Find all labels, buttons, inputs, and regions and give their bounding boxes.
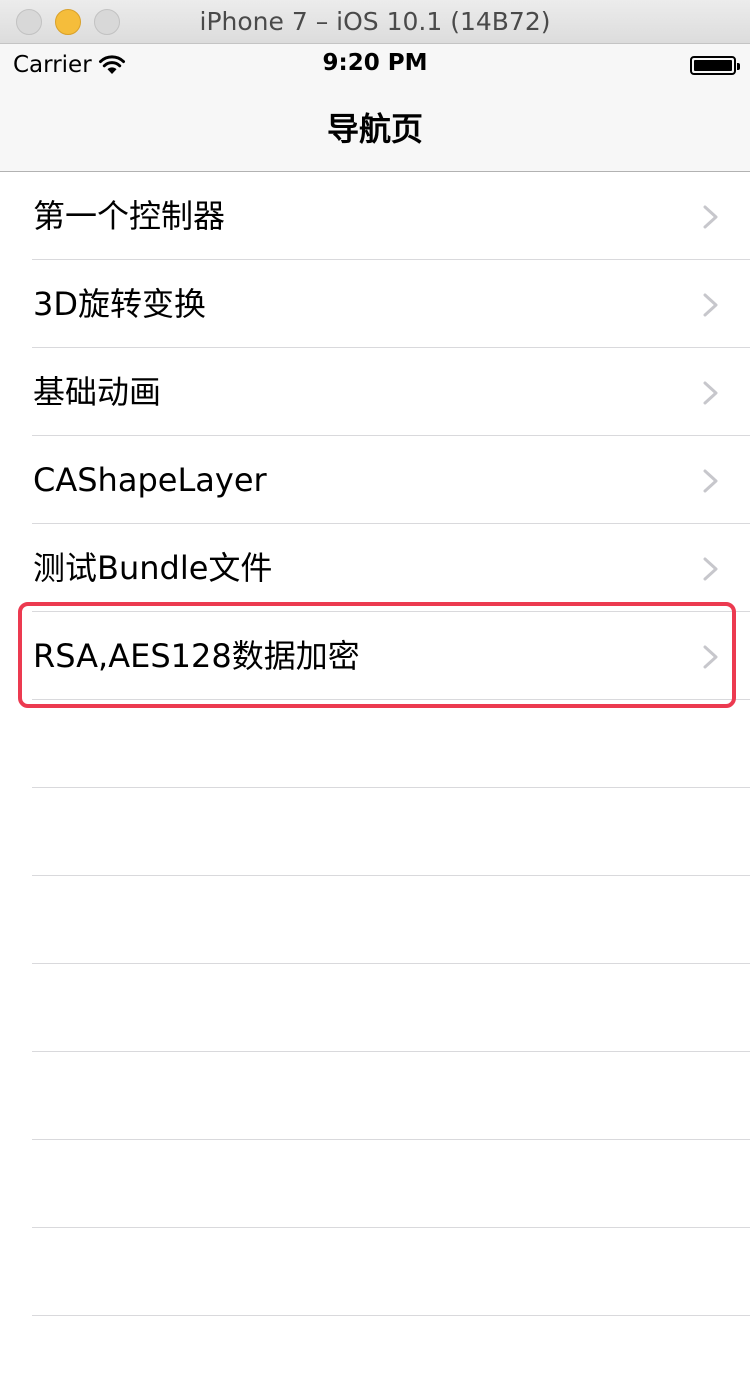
table-row-first-controller[interactable]: 第一个控制器 <box>0 172 750 260</box>
highlight-annotation-box <box>18 602 736 708</box>
empty-table-row <box>0 1140 750 1228</box>
status-time: 9:20 PM <box>322 50 428 76</box>
chevron-right-icon <box>703 469 718 493</box>
window-title: iPhone 7 – iOS 10.1 (14B72) <box>199 7 551 36</box>
table-row-label: 测试Bundle文件 <box>33 549 273 587</box>
table-row-3d-rotation[interactable]: 3D旋转变换 <box>0 260 750 348</box>
chevron-right-icon <box>703 381 718 405</box>
navigation-bar: 导航页 <box>0 86 750 172</box>
empty-table-row <box>0 1228 750 1316</box>
simulator-window: iPhone 7 – iOS 10.1 (14B72) Carrier 9:20… <box>0 0 750 1378</box>
table-row-basic-animation[interactable]: 基础动画 <box>0 348 750 436</box>
status-bar: Carrier 9:20 PM <box>0 44 750 86</box>
table-row-label: 第一个控制器 <box>33 197 226 235</box>
chevron-right-icon <box>703 293 718 317</box>
empty-table-row <box>0 788 750 876</box>
table-row-test-bundle[interactable]: 测试Bundle文件 <box>0 524 750 612</box>
table-row-label: 3D旋转变换 <box>33 285 207 323</box>
battery-icon <box>690 56 740 75</box>
table-view: 第一个控制器 3D旋转变换 基础动画 CAShapeLayer 测试Bundle… <box>0 172 750 1316</box>
page-title: 导航页 <box>326 110 423 148</box>
chevron-right-icon <box>703 205 718 229</box>
table-row-label: CAShapeLayer <box>33 461 267 499</box>
empty-table-row <box>0 876 750 964</box>
table-row-label: 基础动画 <box>33 373 162 411</box>
empty-table-row <box>0 1052 750 1140</box>
empty-table-row <box>0 964 750 1052</box>
chevron-right-icon <box>703 557 718 581</box>
empty-table-row <box>0 700 750 788</box>
table-row-cashapelayer[interactable]: CAShapeLayer <box>0 436 750 524</box>
window-titlebar: iPhone 7 – iOS 10.1 (14B72) <box>0 0 750 44</box>
